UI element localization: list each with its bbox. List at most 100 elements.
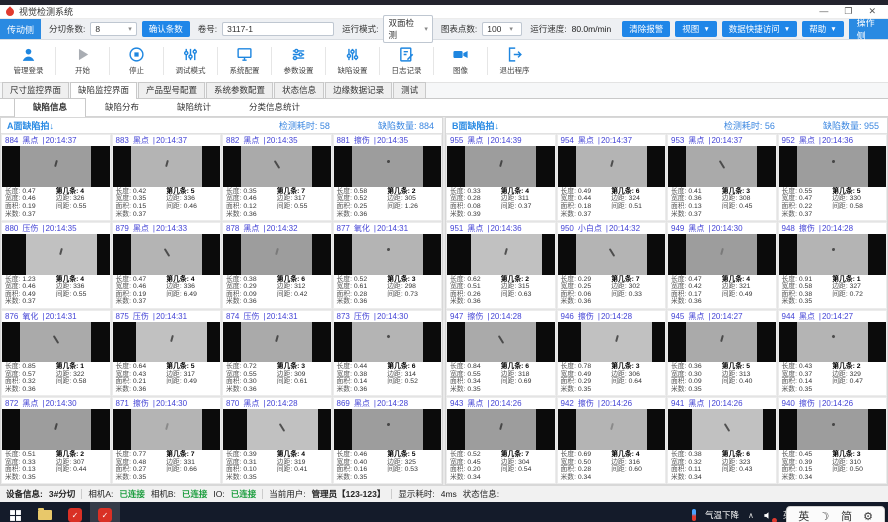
defect-image[interactable] bbox=[113, 409, 221, 450]
start-button[interactable]: 开始 bbox=[56, 40, 109, 82]
defect-cell[interactable]: 869 黑点 20:14:28 长度: 0.46 宽度: 0.40 面积: 0.… bbox=[333, 397, 443, 484]
defect-cell[interactable]: 874 压伤 20:14:31 长度: 0.72 宽度: 0.55 面积: 0.… bbox=[222, 310, 332, 397]
defect-cell[interactable]: 942 擦伤 20:14:26 长度: 0.69 宽度: 0.50 面积: 0.… bbox=[557, 397, 667, 484]
admin-login-button[interactable]: 管理登录 bbox=[2, 40, 55, 82]
defect-cell[interactable]: 880 压伤 20:14:35 长度: 1.23 宽度: 0.46 面积: 0.… bbox=[1, 222, 111, 309]
hidden-icons-chevron[interactable]: ∧ bbox=[748, 511, 754, 520]
defect-image[interactable] bbox=[447, 234, 555, 275]
defect-settings-button[interactable]: 缺陷设置 bbox=[326, 40, 379, 82]
minimize-icon[interactable]: — bbox=[819, 7, 828, 16]
defect-image[interactable] bbox=[223, 234, 331, 275]
view-menu-button[interactable]: 视图▼ bbox=[675, 21, 716, 37]
defect-cell[interactable]: 947 擦伤 20:14:28 长度: 0.84 宽度: 0.55 面积: 0.… bbox=[446, 310, 556, 397]
defect-cell[interactable]: 950 小白点 20:14:32 长度: 0.29 宽度: 0.25 面积: 0… bbox=[557, 222, 667, 309]
defect-cell[interactable]: 876 氧化 20:14:31 长度: 0.85 宽度: 0.57 面积: 0.… bbox=[1, 310, 111, 397]
defect-cell[interactable]: 952 黑点 20:14:36 长度: 0.55 宽度: 0.47 面积: 0.… bbox=[778, 134, 888, 221]
lang-english-button[interactable]: 英 bbox=[798, 512, 809, 522]
defect-cell[interactable]: 879 黑点 20:14:33 长度: 0.47 宽度: 0.46 面积: 0.… bbox=[112, 222, 222, 309]
defect-image[interactable] bbox=[223, 322, 331, 363]
defect-cell[interactable]: 878 黑点 20:14:32 长度: 0.38 宽度: 0.29 面积: 0.… bbox=[222, 222, 332, 309]
defect-cell[interactable]: 946 擦伤 20:14:28 长度: 0.78 宽度: 0.49 面积: 0.… bbox=[557, 310, 667, 397]
app-shortcut-button[interactable]: ✓ bbox=[60, 502, 90, 522]
defect-image[interactable] bbox=[447, 146, 555, 187]
defect-cell[interactable]: 881 擦伤 20:14:35 长度: 0.58 宽度: 0.52 面积: 0.… bbox=[333, 134, 443, 221]
file-explorer-button[interactable] bbox=[30, 502, 60, 522]
defect-cell[interactable]: 944 黑点 20:14:27 长度: 0.43 宽度: 0.37 面积: 0.… bbox=[778, 310, 888, 397]
volume-button[interactable] bbox=[763, 510, 774, 521]
defect-image[interactable] bbox=[668, 409, 776, 450]
maximize-icon[interactable]: ❐ bbox=[844, 7, 852, 16]
defect-cell[interactable]: 882 黑点 20:14:35 长度: 0.35 宽度: 0.46 面积: 0.… bbox=[222, 134, 332, 221]
defect-image[interactable] bbox=[2, 409, 110, 450]
defect-image[interactable] bbox=[558, 322, 666, 363]
tab-size-monitor[interactable]: 尺寸监控界面 bbox=[2, 82, 69, 98]
defect-cell[interactable]: 945 黑点 20:14:27 长度: 0.36 宽度: 0.30 面积: 0.… bbox=[667, 310, 777, 397]
defect-cell[interactable]: 877 氧化 20:14:31 长度: 0.52 宽度: 0.61 面积: 0.… bbox=[333, 222, 443, 309]
app-running-button[interactable]: ✓ bbox=[90, 502, 120, 522]
defect-cell[interactable]: 943 黑点 20:14:26 长度: 0.52 宽度: 0.45 面积: 0.… bbox=[446, 397, 556, 484]
defect-image[interactable] bbox=[558, 146, 666, 187]
roll-number-input[interactable]: 3117-1 bbox=[222, 22, 334, 36]
subtab-defect-info[interactable]: 缺陷信息 bbox=[14, 98, 86, 117]
defect-image[interactable] bbox=[113, 146, 221, 187]
tab-defect-monitor[interactable]: 缺陷监控界面 bbox=[70, 82, 137, 99]
help-menu-button[interactable]: 帮助▼ bbox=[802, 21, 843, 37]
defect-cell[interactable]: 949 黑点 20:14:30 长度: 0.47 宽度: 0.42 面积: 0.… bbox=[667, 222, 777, 309]
exit-program-button[interactable]: 退出程序 bbox=[488, 40, 541, 82]
defect-cell[interactable]: 953 黑点 20:14:37 长度: 0.41 宽度: 0.36 面积: 0.… bbox=[667, 134, 777, 221]
debug-mode-button[interactable]: 调试模式 bbox=[164, 40, 217, 82]
defect-cell[interactable]: 954 黑点 20:14:37 长度: 0.49 宽度: 0.44 面积: 0.… bbox=[557, 134, 667, 221]
tab-system-param-config[interactable]: 系统参数配置 bbox=[206, 82, 273, 98]
defect-image[interactable] bbox=[779, 146, 887, 187]
defect-cell[interactable]: 941 黑点 20:14:26 长度: 0.38 宽度: 0.32 面积: 0.… bbox=[667, 397, 777, 484]
defect-image[interactable] bbox=[779, 234, 887, 275]
defect-image[interactable] bbox=[668, 146, 776, 187]
subtab-defect-statistics[interactable]: 缺陷统计 bbox=[158, 98, 230, 116]
defect-image[interactable] bbox=[558, 409, 666, 450]
defect-image[interactable] bbox=[668, 234, 776, 275]
defect-image[interactable] bbox=[2, 146, 110, 187]
defect-image[interactable] bbox=[113, 322, 221, 363]
image-button[interactable]: 图像 bbox=[434, 40, 487, 82]
defect-cell[interactable]: 884 黑点 20:14:37 长度: 0.47 宽度: 0.46 面积: 0.… bbox=[1, 134, 111, 221]
defect-image[interactable] bbox=[223, 409, 331, 450]
defect-image[interactable] bbox=[779, 322, 887, 363]
tab-product-model-config[interactable]: 产品型号配置 bbox=[138, 82, 205, 98]
moon-icon[interactable]: ☽ bbox=[819, 510, 832, 522]
tab-test[interactable]: 测试 bbox=[393, 82, 426, 98]
start-button[interactable] bbox=[0, 502, 30, 522]
defect-cell[interactable]: 940 擦伤 20:14:26 长度: 0.45 宽度: 0.39 面积: 0.… bbox=[778, 397, 888, 484]
defect-cell[interactable]: 872 黑点 20:14:30 长度: 0.51 宽度: 0.33 面积: 0.… bbox=[1, 397, 111, 484]
system-config-button[interactable]: 系统配置 bbox=[218, 40, 271, 82]
param-settings-button[interactable]: 参数设置 bbox=[272, 40, 325, 82]
defect-image[interactable] bbox=[2, 234, 110, 275]
quick-access-menu-button[interactable]: 数据快捷访问▼ bbox=[722, 21, 797, 37]
defect-cell[interactable]: 871 擦伤 20:14:30 长度: 0.77 宽度: 0.48 面积: 0.… bbox=[112, 397, 222, 484]
weather-text[interactable]: 气温下降 bbox=[705, 509, 739, 521]
defect-cell[interactable]: 875 压伤 20:14:31 长度: 0.64 宽度: 0.43 面积: 0.… bbox=[112, 310, 222, 397]
slit-count-select[interactable]: 8 ▾ bbox=[90, 22, 136, 36]
operate-side-button[interactable]: 操作侧 bbox=[849, 19, 888, 39]
subtab-class-info-statistics[interactable]: 分类信息统计 bbox=[230, 98, 319, 116]
defect-image[interactable] bbox=[334, 146, 442, 187]
defect-image[interactable] bbox=[668, 322, 776, 363]
subtab-defect-distribution[interactable]: 缺陷分布 bbox=[86, 98, 158, 116]
defect-image[interactable] bbox=[558, 234, 666, 275]
defect-image[interactable] bbox=[779, 409, 887, 450]
confirm-count-button[interactable]: 确认条数 bbox=[142, 21, 190, 37]
clear-alarm-button[interactable]: 清除报警 bbox=[622, 21, 670, 37]
defect-cell[interactable]: 955 黑点 20:14:39 长度: 0.33 宽度: 0.28 面积: 0.… bbox=[446, 134, 556, 221]
defect-image[interactable] bbox=[113, 234, 221, 275]
defect-cell[interactable]: 873 压伤 20:14:30 长度: 0.44 宽度: 0.38 面积: 0.… bbox=[333, 310, 443, 397]
drive-side-button[interactable]: 传动侧 bbox=[0, 19, 41, 39]
defect-image[interactable] bbox=[447, 322, 555, 363]
run-mode-select[interactable]: 双面检测 ▾ bbox=[383, 15, 432, 43]
lang-simplified-button[interactable]: 简 bbox=[841, 512, 852, 522]
defect-cell[interactable]: 870 黑点 20:14:28 长度: 0.39 宽度: 0.31 面积: 0.… bbox=[222, 397, 332, 484]
defect-cell[interactable]: 951 黑点 20:14:36 长度: 0.62 宽度: 0.51 面积: 0.… bbox=[446, 222, 556, 309]
defect-image[interactable] bbox=[223, 146, 331, 187]
defect-image[interactable] bbox=[334, 409, 442, 450]
tab-edge-data-record[interactable]: 边缘数据记录 bbox=[325, 82, 392, 98]
defect-image[interactable] bbox=[334, 234, 442, 275]
close-icon[interactable]: ✕ bbox=[868, 7, 876, 16]
